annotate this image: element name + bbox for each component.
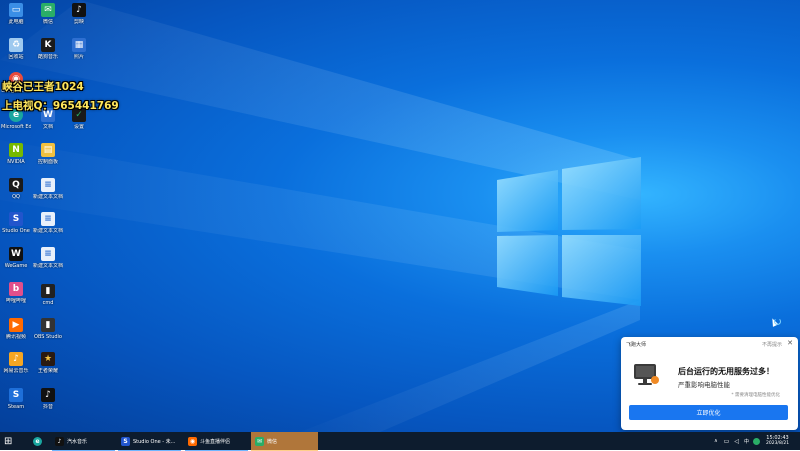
- desktop-icon-honor-of-kings[interactable]: ★ 王者荣耀: [33, 352, 63, 374]
- dismiss-forever-link[interactable]: 不再提示: [762, 341, 782, 348]
- popup-subtitle: 严重影响电脑性能: [678, 381, 730, 389]
- optimizer-popup[interactable]: 飞跑大师 不再提示 ✕ 后台运行的无用服务过多！ 严重影响电脑性能 * 需要清理…: [621, 337, 798, 430]
- input-language-indicator[interactable]: 中: [744, 438, 749, 445]
- optimize-now-button[interactable]: 立即优化: [629, 405, 788, 420]
- obs-icon: ▮: [41, 318, 55, 332]
- desktop-icon-qq[interactable]: Q QQ: [1, 178, 31, 200]
- netease-music-icon: ♪: [9, 352, 23, 366]
- taskbar-app-wechat[interactable]: ✉ 微信: [251, 432, 318, 451]
- nvidia-icon: N: [9, 143, 23, 157]
- desktop-icon-wegame[interactable]: W WeGame: [1, 247, 31, 269]
- steam-icon: S: [9, 388, 23, 402]
- studio-one-icon: S: [121, 436, 130, 446]
- tray-overflow-chevron-icon[interactable]: ∧: [714, 438, 718, 444]
- loading-ring-icon: [774, 318, 781, 325]
- studio-one-icon: S: [9, 212, 23, 226]
- bilibili-icon: b: [9, 282, 23, 296]
- popup-app-name: 飞跑大师: [626, 342, 647, 348]
- tencent-video-icon: ▶: [9, 318, 23, 332]
- desktop-icon-text-3[interactable]: ≡ 新建文本文档 (3): [33, 247, 63, 269]
- text-document-icon: ≡: [41, 212, 55, 226]
- cmd-icon: ▮: [41, 284, 55, 298]
- desktop-icon-wechat[interactable]: ✉ 微信: [33, 3, 63, 25]
- desktop-icon-obs[interactable]: ▮ OBS Studio: [33, 318, 63, 340]
- recycle-bin-icon: ♻: [9, 38, 23, 52]
- kugou-icon: K: [41, 38, 55, 52]
- desktop-icon-cmd[interactable]: ▮ cmd: [33, 284, 63, 306]
- text-document-icon: ≡: [41, 247, 55, 261]
- desktop-icon-control-panel[interactable]: ▤ 控制面板: [33, 143, 63, 165]
- desktop-icon-tencent-video[interactable]: ▶ 腾讯视频: [1, 318, 31, 340]
- qq-icon: Q: [9, 178, 23, 192]
- desktop-icon-steam[interactable]: S Steam: [1, 388, 31, 410]
- desktop-icon-bilibili[interactable]: b 哔哩哔哩: [1, 282, 31, 304]
- system-tray: ∧ ▭ ◁ 中 15:02:43 2023/8/21: [712, 432, 800, 450]
- taskbar-app-qishui-music[interactable]: ♪ 汽水音乐: [52, 432, 115, 451]
- honor-of-kings-icon: ★: [41, 352, 55, 366]
- taskbar: ⊞ e ♪ 汽水音乐 S Studio One - 未... ◉ 斗鱼直播伴侣 …: [0, 432, 800, 451]
- taskbar-app-douyu[interactable]: ◉ 斗鱼直播伴侣: [185, 432, 248, 451]
- douyu-icon: ◉: [188, 436, 197, 446]
- clock-date: 2023/8/21: [765, 441, 790, 446]
- text-document-icon: ≡: [41, 178, 55, 192]
- desktop-icon-text-2[interactable]: ≡ 新建文本文档 (2): [33, 212, 63, 234]
- photos-icon: ▦: [72, 38, 86, 52]
- douyin-icon: ♪: [41, 388, 55, 402]
- windows-start-icon: ⊞: [4, 435, 13, 447]
- desktop-icon-photos[interactable]: ▦ 照片: [64, 38, 94, 60]
- wegame-icon: W: [9, 247, 23, 261]
- computer-warning-icon: [634, 364, 659, 385]
- desktop-icon-netease-music[interactable]: ♪ 网易云音乐: [1, 352, 31, 374]
- edge-icon: e: [33, 436, 42, 446]
- taskbar-app-studio-one[interactable]: S Studio One - 未...: [118, 432, 181, 451]
- popup-note: * 需要清理电脑性能优化: [731, 393, 780, 398]
- popup-title: 后台运行的无用服务过多！: [678, 367, 774, 376]
- volume-icon[interactable]: ◁: [734, 438, 739, 445]
- wechat-icon: ✉: [255, 436, 264, 446]
- this-pc-icon: ▭: [9, 3, 23, 17]
- desktop-icon-douyin[interactable]: ♪ 抖音: [33, 388, 63, 410]
- start-button[interactable]: ⊞: [4, 432, 12, 450]
- taskbar-app-edge[interactable]: e: [33, 432, 42, 450]
- close-icon[interactable]: ✕: [787, 339, 793, 347]
- qishui-music-icon: ♪: [55, 436, 64, 446]
- desktop-icon-this-pc[interactable]: ▭ 此电脑: [1, 3, 31, 25]
- wechat-icon: ✉: [41, 3, 55, 17]
- clock[interactable]: 15:02:43 2023/8/21: [766, 435, 789, 447]
- desktop-icon-recycle-bin[interactable]: ♻ 回收站: [1, 38, 31, 60]
- desktop-wallpaper[interactable]: ▭ 此电脑 ♻ 回收站 ◉ Google Chrome e Microsoft …: [0, 0, 800, 432]
- capcut-icon: ♪: [72, 3, 86, 17]
- control-panel-icon: ▤: [41, 143, 55, 157]
- stream-overlay-line2: 上电视Q：965441769: [2, 100, 119, 112]
- wechat-tray-icon[interactable]: [752, 437, 760, 445]
- desktop-icon-studio-one[interactable]: S Studio One: [1, 212, 31, 234]
- network-icon[interactable]: ▭: [724, 438, 730, 445]
- stream-overlay-line1: 峡谷已王者1024: [2, 81, 84, 93]
- desktop-icon-capcut[interactable]: ♪ 剪映: [64, 3, 94, 25]
- desktop-icon-nvidia[interactable]: N NVIDIA: [1, 143, 31, 165]
- desktop-icon-text-1[interactable]: ≡ 新建文本文档: [33, 178, 63, 200]
- desktop-icon-kugou[interactable]: K 酷狗音乐: [33, 38, 63, 60]
